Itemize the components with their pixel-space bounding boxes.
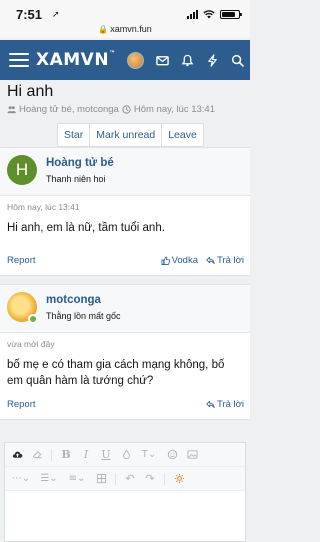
site-logo[interactable]: XAMVN™: [36, 50, 116, 70]
wifi-icon: [203, 10, 215, 19]
user-title: Thằng lồn mất gốc: [46, 311, 121, 321]
clock-icon: [122, 105, 131, 114]
signal-icon: [187, 10, 198, 19]
message-post: motconga Thằng lồn mất gốc vừa mới đây b…: [0, 284, 250, 420]
emoji-icon[interactable]: [166, 449, 178, 461]
post-time[interactable]: Hôm nay, lúc 13:41: [0, 196, 250, 212]
reply-button[interactable]: Trả lời: [206, 255, 244, 266]
app-header: XAMVN™: [0, 40, 250, 80]
post-header: motconga Thằng lồn mất gốc: [0, 285, 250, 333]
message-post: H Hoàng tử bé Thanh niên hoi Hôm nay, lú…: [0, 147, 250, 276]
author-name[interactable]: motconga: [46, 294, 101, 306]
user-title: Thanh niên hoi: [46, 174, 106, 184]
post-actions: Vodka Trả lời: [161, 255, 244, 266]
author-name[interactable]: Hoàng tử bé: [46, 157, 114, 169]
cloud-upload-icon[interactable]: [11, 449, 23, 461]
post-body: bố mẹ e có tham gia cách mạng không, bố …: [7, 359, 225, 387]
editor-toolbar: ⋯⌄ ☰⌄ ≡⌄ ↶ ↷: [5, 467, 245, 491]
menu-icon[interactable]: [9, 53, 29, 67]
avatar[interactable]: H: [7, 155, 37, 185]
gear-icon[interactable]: [173, 473, 185, 485]
status-time: 7:51: [16, 7, 43, 22]
align-icon[interactable]: ☰⌄: [39, 473, 59, 485]
online-status-badge: [28, 314, 38, 324]
thumbs-up-icon: [161, 256, 170, 265]
envelope-icon[interactable]: [155, 53, 169, 67]
eraser-icon[interactable]: [31, 449, 43, 461]
reaction-label: Vodka: [171, 255, 198, 266]
address-bar[interactable]: 🔒 xamvn.fun: [0, 24, 250, 34]
message-input[interactable]: [5, 491, 245, 541]
more-icon[interactable]: ⋯⌄: [11, 473, 31, 485]
search-icon[interactable]: [230, 53, 244, 67]
lightning-icon[interactable]: [205, 53, 219, 67]
editor-toolbar: B I U T⌄: [5, 443, 245, 467]
toolbar-divider: [164, 472, 165, 485]
reply-label: Trả lời: [217, 399, 244, 410]
post-header: H Hoàng tử bé Thanh niên hoi: [0, 148, 250, 196]
site-logo-text: XAMVN: [36, 50, 110, 70]
reply-icon: [206, 256, 215, 265]
italic-icon[interactable]: I: [80, 448, 92, 461]
table-icon[interactable]: [95, 473, 107, 485]
location-arrow-icon: ➚: [52, 9, 60, 19]
report-link[interactable]: Report: [7, 255, 36, 266]
text-size-icon[interactable]: T⌄: [140, 449, 158, 461]
page-title: Hi anh: [7, 83, 54, 100]
toolbar-divider: [51, 448, 52, 461]
bell-icon[interactable]: [180, 53, 194, 67]
reply-button[interactable]: Trả lời: [206, 399, 244, 410]
header-actions: [127, 40, 244, 80]
post-time[interactable]: vừa mới đây: [0, 333, 250, 349]
lock-icon: 🔒: [98, 25, 109, 34]
paint-drop-icon[interactable]: [120, 449, 132, 461]
post-footer: Report Vodka Trả lời: [0, 255, 250, 269]
battery-icon: [220, 10, 242, 19]
post-footer: Report Trả lời: [0, 399, 250, 413]
undo-icon[interactable]: ↶: [124, 472, 136, 485]
status-bar: 7:51 ➚ 🔒 xamvn.fun: [0, 0, 250, 38]
thread-meta: Hoàng tử bé, motconga Hôm nay, lúc 13:41: [7, 104, 215, 115]
post-actions: Trả lời: [206, 399, 244, 410]
list-icon[interactable]: ≡⌄: [67, 473, 87, 485]
post-body: Hi anh, em là nữ, tầm tuổi anh.: [7, 222, 165, 234]
status-icons: [187, 10, 242, 19]
bold-icon[interactable]: B: [60, 448, 72, 461]
thread-action-bar: Star Mark unread Leave: [57, 123, 204, 147]
reply-editor: B I U T⌄ ⋯⌄ ☰⌄ ≡⌄ ↶ ↷: [4, 442, 246, 542]
mark-unread-button[interactable]: Mark unread: [90, 124, 163, 146]
reply-icon: [206, 400, 215, 409]
underline-icon[interactable]: U: [100, 448, 112, 461]
user-avatar[interactable]: [127, 51, 144, 69]
image-icon[interactable]: [186, 449, 198, 461]
report-link[interactable]: Report: [7, 399, 36, 410]
reaction-button[interactable]: Vodka: [161, 255, 198, 266]
leave-button[interactable]: Leave: [162, 124, 203, 146]
url-text: xamvn.fun: [110, 24, 152, 34]
participants[interactable]: Hoàng tử bé, motconga: [19, 104, 119, 115]
redo-icon[interactable]: ↷: [144, 472, 156, 485]
reply-label: Trả lời: [217, 255, 244, 266]
star-button[interactable]: Star: [58, 124, 91, 146]
toolbar-divider: [115, 472, 116, 485]
thread-date: Hôm nay, lúc 13:41: [133, 104, 215, 115]
users-icon: [7, 106, 16, 114]
